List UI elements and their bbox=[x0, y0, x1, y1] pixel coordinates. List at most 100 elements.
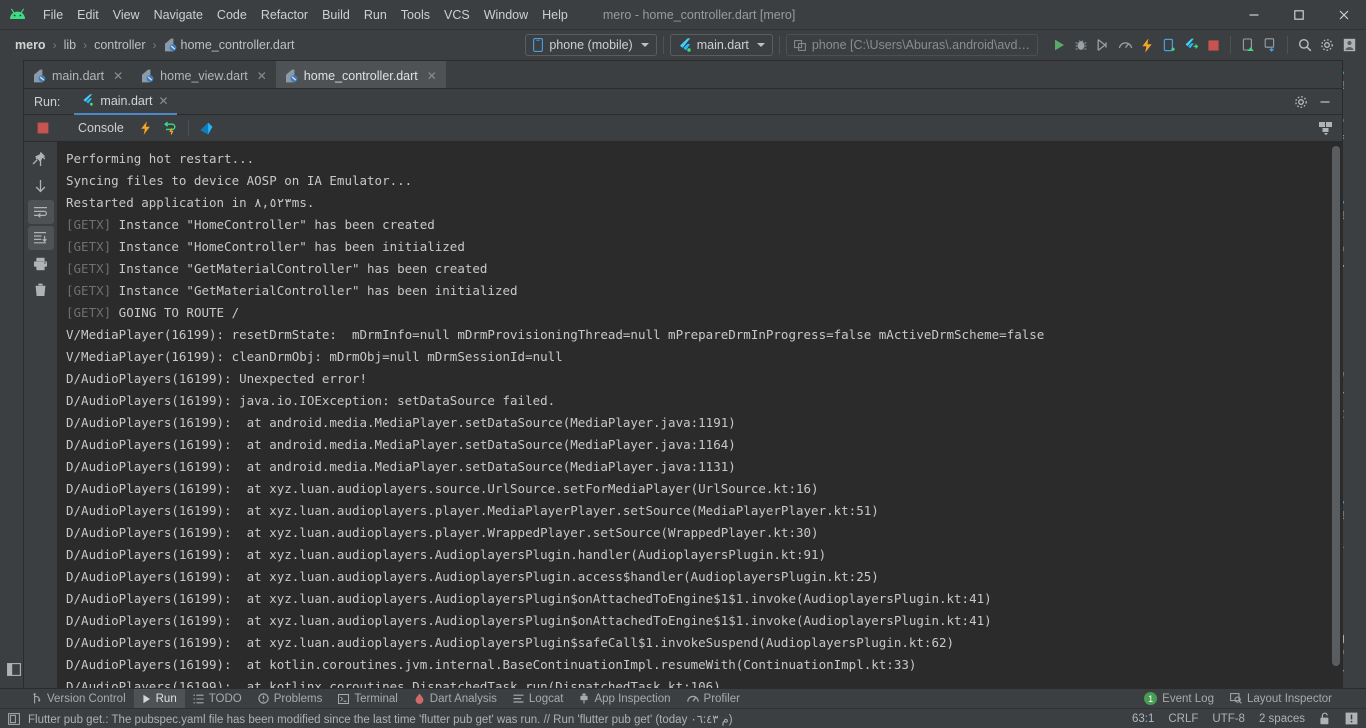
console-scrollbar[interactable] bbox=[1332, 146, 1340, 666]
menu-code[interactable]: Code bbox=[210, 5, 254, 25]
notification-icon[interactable] bbox=[1345, 712, 1358, 725]
sidebar-label: Device Manager bbox=[1342, 371, 1344, 455]
sidebar-item-flutter-inspector[interactable]: Flutter Inspector bbox=[1342, 490, 1347, 597]
run-with-coverage-button[interactable] bbox=[1092, 34, 1114, 56]
menu-navigate[interactable]: Navigate bbox=[147, 5, 210, 25]
console-tab-label[interactable]: Console bbox=[78, 121, 124, 135]
search-everywhere-button[interactable] bbox=[1294, 34, 1316, 56]
bottom-tab-version-control[interactable]: Version Control bbox=[24, 689, 134, 709]
open-dart-devtools-button[interactable] bbox=[195, 116, 219, 140]
bottom-tab-event-log[interactable]: 1 Event Log bbox=[1136, 689, 1222, 709]
breadcrumb-item-home-controller-dart[interactable]: home_controller.dart bbox=[161, 36, 298, 54]
scrollbar-thumb[interactable] bbox=[1332, 146, 1340, 666]
editor-tab-home-controller-dart[interactable]: home_controller.dart ✕ bbox=[275, 61, 446, 88]
menu-file[interactable]: File bbox=[36, 5, 70, 25]
menu-refactor[interactable]: Refactor bbox=[254, 5, 315, 25]
breadcrumb-item-lib[interactable]: lib bbox=[61, 36, 80, 54]
run-console-body: Performing hot restart... Syncing files t… bbox=[24, 142, 1342, 688]
debug-button[interactable] bbox=[1070, 34, 1092, 56]
scroll-down-button[interactable] bbox=[28, 174, 54, 198]
scroll-to-end-button[interactable] bbox=[27, 226, 54, 250]
flutter-icon bbox=[678, 38, 691, 52]
bottom-tab-run[interactable]: Run bbox=[133, 688, 185, 709]
editor-tab-home-view-dart[interactable]: home_view.dart ✕ bbox=[132, 61, 276, 88]
menu-run[interactable]: Run bbox=[357, 5, 394, 25]
pin-tab-button[interactable] bbox=[29, 148, 49, 168]
sidebar-item-flutter-outline[interactable]: Flutter Outline bbox=[1343, 60, 1347, 156]
device-download-button[interactable] bbox=[1259, 34, 1281, 56]
sidebar-item-flutter-performance[interactable]: Flutter Performance bbox=[1343, 190, 1347, 316]
bottom-tab-app-inspection[interactable]: App Inspection bbox=[571, 689, 678, 709]
menu-help[interactable]: Help bbox=[535, 5, 575, 25]
run-button[interactable] bbox=[1048, 34, 1070, 56]
run-settings-button[interactable] bbox=[1290, 91, 1312, 113]
run-tab-main-dart[interactable]: main.dart ✕ bbox=[74, 89, 177, 115]
hot-restart-button[interactable] bbox=[1158, 34, 1180, 56]
bottom-tab-layout-inspector[interactable]: Layout Inspector bbox=[1222, 689, 1340, 709]
close-icon[interactable]: ✕ bbox=[257, 69, 267, 83]
console-gutter bbox=[24, 142, 58, 688]
menu-view[interactable]: View bbox=[106, 5, 147, 25]
menu-window[interactable]: Window bbox=[477, 5, 535, 25]
right-tool-stripe: Flutter Outline Flutter Performance Devi… bbox=[1342, 60, 1366, 688]
hot-restart-button[interactable] bbox=[158, 116, 182, 140]
run-tab-label: main.dart bbox=[100, 93, 153, 108]
bottom-tab-label: Problems bbox=[273, 692, 323, 705]
line-separator[interactable]: CRLF bbox=[1168, 713, 1198, 725]
file-encoding[interactable]: UTF-8 bbox=[1212, 713, 1245, 725]
chevron-down-icon bbox=[756, 43, 765, 47]
console-line: D/AudioPlayers(16199): at xyz.luan.audio… bbox=[66, 591, 992, 606]
breadcrumb: mero › lib › controller › home_controller.dart bbox=[12, 36, 297, 54]
breadcrumb-item-controller[interactable]: controller bbox=[91, 36, 148, 54]
bottom-tab-profiler[interactable]: Profiler bbox=[679, 689, 748, 709]
caret-position[interactable]: 63:1 bbox=[1132, 713, 1154, 725]
profile-button[interactable] bbox=[1114, 34, 1136, 56]
bottom-tab-problems[interactable]: Problems bbox=[250, 689, 331, 709]
close-icon[interactable]: ✕ bbox=[113, 69, 123, 83]
menu-items: File Edit View Navigate Code Refactor Build Run… bbox=[36, 5, 575, 25]
maximize-button[interactable] bbox=[1276, 0, 1321, 30]
stop-button[interactable] bbox=[1202, 34, 1224, 56]
minimize-button[interactable] bbox=[1231, 0, 1276, 30]
menu-edit[interactable]: Edit bbox=[70, 5, 106, 25]
run-tool-header: Run: main.dart ✕ bbox=[24, 89, 1342, 115]
soft-wrap-button[interactable] bbox=[27, 200, 54, 224]
hot-reload-button[interactable] bbox=[1136, 34, 1158, 56]
stop-process-button[interactable] bbox=[30, 115, 56, 141]
settings-button[interactable] bbox=[1316, 34, 1338, 56]
editor-tab-main-dart[interactable]: main.dart ✕ bbox=[24, 61, 132, 88]
print-button[interactable] bbox=[28, 252, 54, 276]
open-devtools-button[interactable] bbox=[1180, 34, 1202, 56]
profiler-icon bbox=[686, 694, 699, 704]
menu-vcs[interactable]: VCS bbox=[437, 5, 477, 25]
close-icon[interactable]: ✕ bbox=[427, 69, 437, 83]
sidebar-label: Flutter Inspector bbox=[1342, 510, 1344, 594]
sidebar-item-device-manager[interactable]: Device Manager bbox=[1342, 350, 1347, 459]
bottom-tab-logcat[interactable]: Logcat bbox=[505, 689, 572, 709]
status-message[interactable]: Flutter pub get.: The pubspec.yaml file … bbox=[28, 712, 733, 726]
menu-build[interactable]: Build bbox=[315, 5, 357, 25]
bottom-tab-todo[interactable]: TODO bbox=[185, 689, 250, 709]
breadcrumb-item-mero[interactable]: mero bbox=[12, 36, 49, 54]
bottom-tab-dart-analysis[interactable]: Dart Analysis bbox=[406, 689, 505, 709]
close-icon[interactable]: ✕ bbox=[159, 94, 169, 108]
indent-setting[interactable]: 2 spaces bbox=[1259, 713, 1305, 725]
close-button[interactable] bbox=[1321, 0, 1366, 30]
device-screenshot-button[interactable] bbox=[1237, 34, 1259, 56]
hide-panel-button[interactable] bbox=[1314, 91, 1336, 113]
device-path-field[interactable]: phone [C:\Users\Aburas\.android\avd… bbox=[785, 34, 1038, 56]
console-line-text: Instance "HomeController" has been initi… bbox=[111, 239, 465, 254]
bottom-tab-label: TODO bbox=[208, 692, 242, 705]
clear-all-button[interactable] bbox=[28, 278, 54, 302]
hot-reload-button[interactable] bbox=[134, 116, 158, 140]
menu-tools[interactable]: Tools bbox=[394, 5, 437, 25]
sidebar-item-device-file-explorer[interactable]: Device File Explorer bbox=[1343, 630, 1347, 688]
device-selector-combo[interactable]: phone (mobile) bbox=[525, 34, 657, 56]
run-config-combo[interactable]: main.dart bbox=[669, 34, 773, 56]
bottom-tab-terminal[interactable]: Terminal bbox=[330, 689, 405, 709]
user-avatar-button[interactable] bbox=[1338, 34, 1360, 56]
run-layout-settings-button[interactable] bbox=[1318, 121, 1342, 136]
unlocked-icon[interactable] bbox=[1319, 712, 1331, 725]
project-panel-toggle[interactable] bbox=[3, 660, 23, 679]
console-output[interactable]: Performing hot restart... Syncing files t… bbox=[58, 142, 1342, 688]
